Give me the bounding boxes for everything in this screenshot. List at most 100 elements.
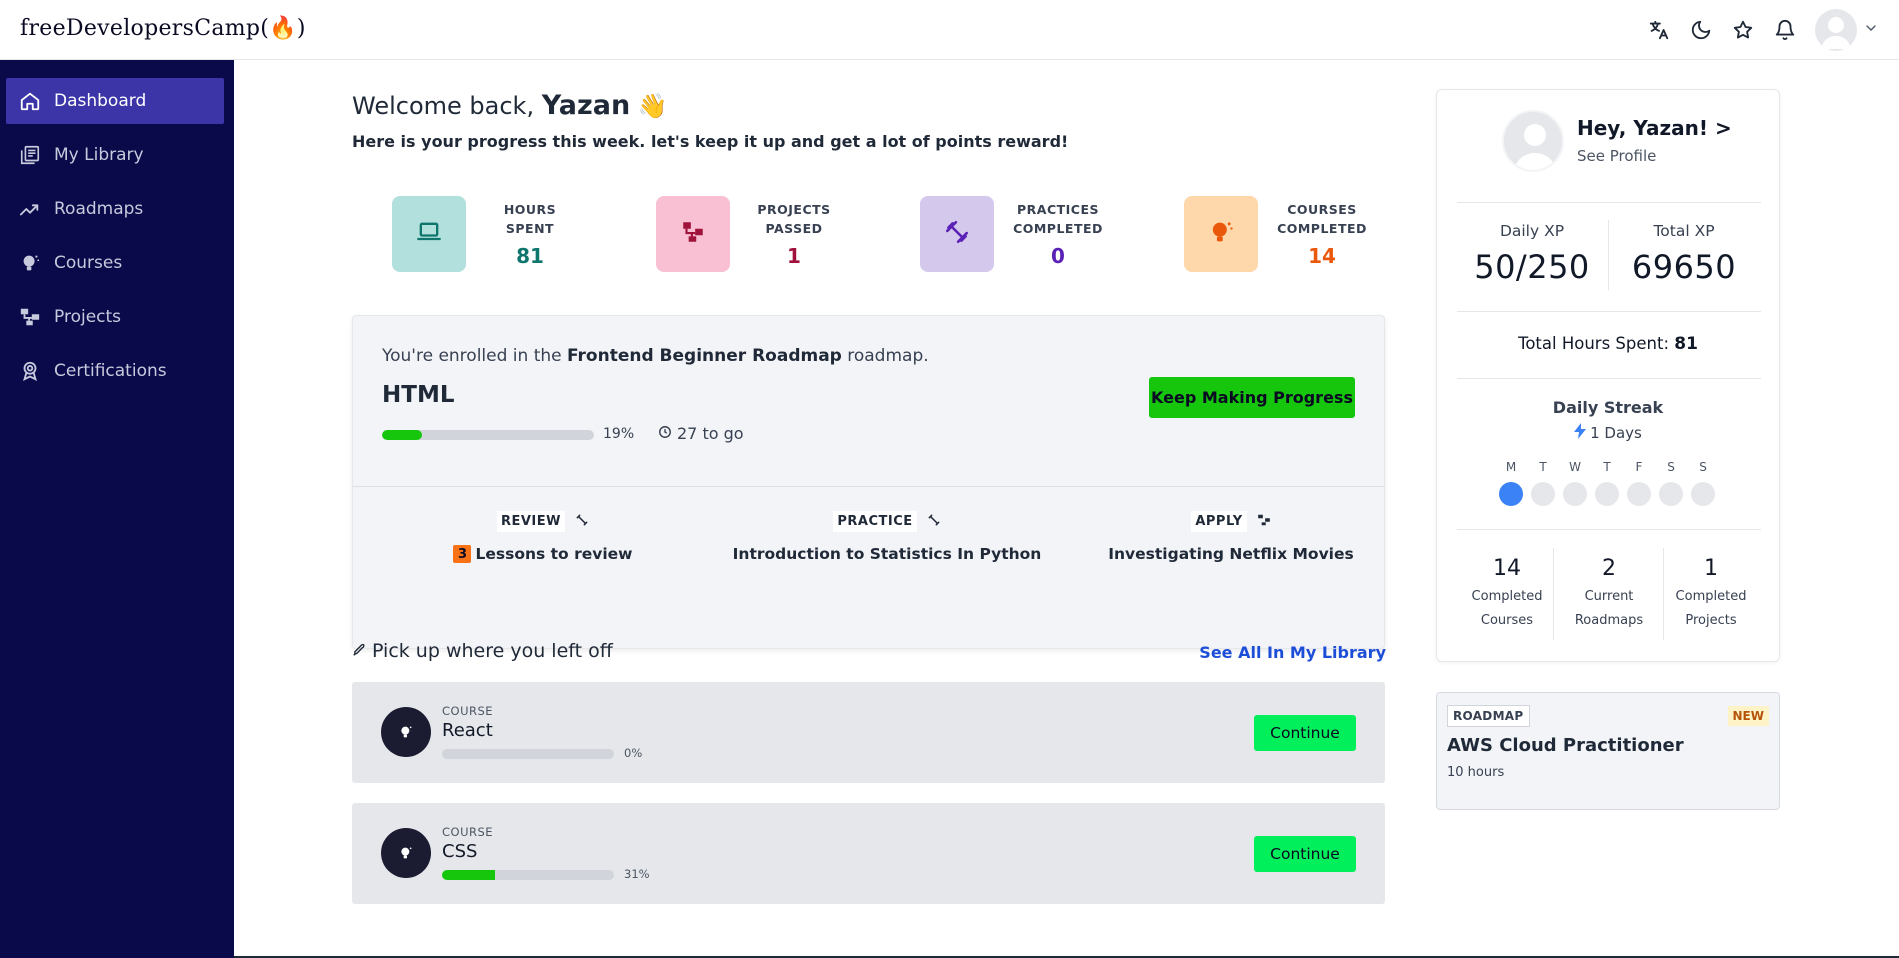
day-saturday: S (1659, 460, 1683, 506)
clock-icon (658, 424, 672, 443)
course-progress-fill (442, 870, 496, 880)
task-apply[interactable]: APPLY Investigating Netflix Movies (1071, 509, 1391, 563)
wave-emoji: 👋 (637, 92, 668, 120)
streak-days: 1 Days (1437, 423, 1779, 443)
profile-greeting-link[interactable]: Hey, Yazan! > (1577, 116, 1732, 140)
sidebar-item-label: Projects (54, 307, 122, 327)
logo[interactable]: freeDevelopersCamp(🔥) (20, 16, 306, 41)
task-head: PRACTICE (727, 509, 1047, 533)
day-dot (1499, 482, 1523, 506)
divider (1457, 311, 1761, 312)
stat-hours-spent: HOURS SPENT 81 (392, 196, 580, 272)
day-dot (1659, 482, 1683, 506)
stat-icon-box (920, 196, 994, 272)
laptop-icon (415, 218, 443, 250)
sidebar-item-label: Certifications (54, 361, 167, 381)
task-tag: APPLY (1191, 510, 1247, 532)
pickup-title: Pick up where you left off (352, 640, 613, 662)
day-friday: F (1627, 460, 1651, 506)
stat-value: 1 (787, 244, 801, 268)
sidebar-item-label: Dashboard (54, 91, 147, 111)
divider (1457, 529, 1761, 530)
roadmap-name[interactable]: Frontend Beginner Roadmap (567, 346, 842, 366)
enrolled-text: You're enrolled in the Frontend Beginner… (382, 346, 929, 366)
profile-card: Hey, Yazan! > See Profile Daily XP 50/25… (1436, 89, 1780, 662)
stat-projects-passed: PROJECTS PASSED 1 (656, 196, 844, 272)
sidebar-item-roadmaps[interactable]: Roadmaps (6, 186, 224, 232)
home-icon (18, 89, 42, 113)
total-xp: Total XP 69650 (1631, 222, 1737, 286)
see-all-library-link[interactable]: See All In My Library (1199, 643, 1386, 662)
stat-text: PROJECTS PASSED 1 (744, 200, 844, 268)
stat-label: PRACTICES COMPLETED (1013, 202, 1103, 236)
sidebar-item-my-library[interactable]: My Library (6, 132, 224, 178)
flowchart-icon (1257, 512, 1271, 531)
divider (1457, 378, 1761, 379)
day-thursday: T (1595, 460, 1619, 506)
stat-practices-completed: PRACTICES COMPLETED 0 (920, 196, 1108, 272)
streak-title: Daily Streak (1552, 398, 1664, 417)
task-tag: PRACTICE (833, 510, 917, 532)
top-icons (1647, 9, 1879, 51)
task-practice[interactable]: PRACTICE Introduction to Statistics In P… (727, 509, 1047, 563)
promo-title: AWS Cloud Practitioner (1447, 735, 1684, 756)
stat-icon-box (656, 196, 730, 272)
roadmap-progress-fill (382, 430, 423, 440)
flowchart-icon (18, 305, 42, 329)
aws-roadmap-card[interactable]: ROADMAP NEW AWS Cloud Practitioner 10 ho… (1436, 692, 1780, 810)
sidebar-item-certifications[interactable]: Certifications (6, 348, 224, 394)
lightbulb-icon (1207, 218, 1235, 250)
continue-button[interactable]: Continue (1254, 715, 1356, 751)
roadmap-progress-bar (382, 430, 594, 440)
chevron-down-icon[interactable] (1863, 20, 1879, 40)
course-name: React (442, 720, 493, 741)
lightbulb-icon (381, 828, 431, 878)
daily-xp: Daily XP 50/250 (1474, 222, 1590, 286)
stat-text: COURSES COMPLETED 14 (1272, 200, 1372, 268)
day-dot (1627, 482, 1651, 506)
roadmap-progress-label: 19% (603, 426, 635, 442)
lightbulb-icon (18, 251, 42, 275)
course-type: COURSE (442, 704, 494, 718)
translate-icon[interactable] (1647, 18, 1671, 42)
sidebar-item-label: Roadmaps (54, 199, 144, 219)
avatar[interactable] (1815, 9, 1857, 51)
total-hours: Total Hours Spent: 81 (1518, 334, 1698, 354)
bell-icon[interactable] (1773, 18, 1797, 42)
continue-button[interactable]: Continue (1254, 836, 1356, 872)
task-tag: REVIEW (496, 510, 565, 532)
week-days: M T W T F S S (1499, 460, 1715, 506)
stat-value: 81 (516, 244, 544, 268)
sidebar-item-label: Courses (54, 253, 123, 273)
course-name: CSS (442, 841, 478, 862)
top-bar: freeDevelopersCamp(🔥) (0, 0, 1899, 60)
sidebar-item-projects[interactable]: Projects (6, 294, 224, 340)
day-dot (1595, 482, 1619, 506)
keep-making-progress-button[interactable]: Keep Making Progress (1149, 377, 1355, 418)
day-sunday: S (1691, 460, 1715, 506)
course-progress-bar (442, 749, 614, 759)
profile-avatar[interactable] (1502, 110, 1564, 172)
see-profile-link[interactable]: See Profile (1577, 147, 1656, 165)
sidebar-item-courses[interactable]: Courses (6, 240, 224, 286)
current-roadmaps-count: 2 Current Roadmaps (1574, 556, 1644, 628)
trend-icon (18, 197, 42, 221)
new-badge: NEW (1727, 706, 1769, 726)
dumbbell-icon (944, 219, 970, 249)
stat-value: 0 (1051, 244, 1065, 268)
course-progress-label: 0% (624, 746, 643, 760)
sidebar-item-dashboard[interactable]: Dashboard (6, 78, 224, 124)
divider (353, 486, 1384, 487)
divider (1457, 202, 1761, 203)
stat-label: PROJECTS PASSED (757, 202, 831, 236)
course-type: COURSE (442, 825, 494, 839)
stat-courses-completed: COURSES COMPLETED 14 (1184, 196, 1372, 272)
stat-label: HOURS SPENT (503, 202, 557, 236)
task-review[interactable]: REVIEW 3 Lessons to review (383, 509, 703, 563)
lightbulb-icon (381, 707, 431, 757)
user-menu[interactable] (1815, 9, 1879, 51)
star-icon[interactable] (1731, 18, 1755, 42)
moon-icon[interactable] (1689, 18, 1713, 42)
course-progress-bar (442, 870, 614, 880)
stat-icon-box (392, 196, 466, 272)
